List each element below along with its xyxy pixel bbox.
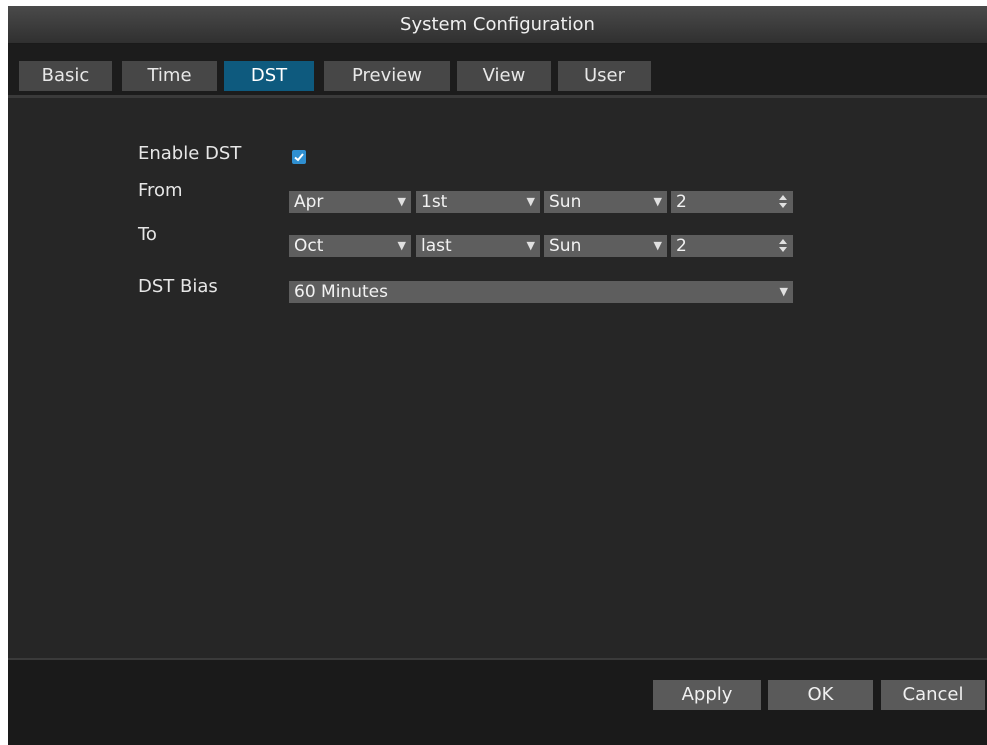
- from-month-value: Apr: [294, 192, 324, 212]
- enable-dst-label: Enable DST: [138, 143, 242, 164]
- chevron-down-icon: ▼: [779, 285, 788, 298]
- to-week-value: last: [421, 236, 452, 256]
- tab-basic[interactable]: Basic: [19, 61, 112, 91]
- to-hour-value: 2: [676, 236, 687, 256]
- chevron-down-icon: ▼: [397, 195, 406, 208]
- to-month-select[interactable]: Oct ▼: [289, 235, 411, 257]
- chevron-down-icon: ▼: [526, 239, 535, 252]
- tab-time[interactable]: Time: [122, 61, 217, 91]
- cancel-button[interactable]: Cancel: [881, 680, 985, 710]
- footer-bar: Apply OK Cancel: [8, 660, 987, 745]
- chevron-down-icon: ▼: [653, 239, 662, 252]
- tab-preview[interactable]: Preview: [324, 61, 450, 91]
- dst-bias-value: 60 Minutes: [294, 282, 388, 302]
- from-week-select[interactable]: 1st ▼: [416, 191, 540, 213]
- from-day-select[interactable]: Sun ▼: [544, 191, 667, 213]
- enable-dst-checkbox[interactable]: [292, 150, 306, 164]
- to-day-value: Sun: [549, 236, 582, 256]
- from-month-select[interactable]: Apr ▼: [289, 191, 411, 213]
- dst-settings-panel: Enable DST From Apr ▼ 1st ▼ Sun ▼ 2 To O…: [8, 98, 987, 662]
- tab-view[interactable]: View: [457, 61, 551, 91]
- spinner-icon[interactable]: [779, 192, 789, 212]
- to-week-select[interactable]: last ▼: [416, 235, 540, 257]
- ok-button[interactable]: OK: [768, 680, 873, 710]
- spinner-icon[interactable]: [779, 236, 789, 256]
- chevron-down-icon: ▼: [526, 195, 535, 208]
- to-hour-stepper[interactable]: 2: [671, 235, 793, 257]
- dst-bias-select[interactable]: 60 Minutes ▼: [289, 281, 793, 303]
- from-week-value: 1st: [421, 192, 448, 212]
- chevron-down-icon: ▼: [397, 239, 406, 252]
- tab-user[interactable]: User: [558, 61, 651, 91]
- to-label: To: [138, 224, 157, 245]
- checkmark-icon: [294, 153, 304, 162]
- from-label: From: [138, 180, 183, 201]
- from-hour-stepper[interactable]: 2: [671, 191, 793, 213]
- from-hour-value: 2: [676, 192, 687, 212]
- system-configuration-window: System Configuration Basic Time DST Prev…: [8, 6, 987, 745]
- to-month-value: Oct: [294, 236, 324, 256]
- dst-bias-label: DST Bias: [138, 276, 218, 297]
- from-day-value: Sun: [549, 192, 582, 212]
- window-title: System Configuration: [8, 6, 987, 44]
- tab-dst[interactable]: DST: [224, 61, 314, 91]
- to-day-select[interactable]: Sun ▼: [544, 235, 667, 257]
- tab-bar: Basic Time DST Preview View User: [8, 44, 987, 96]
- chevron-down-icon: ▼: [653, 195, 662, 208]
- apply-button[interactable]: Apply: [653, 680, 761, 710]
